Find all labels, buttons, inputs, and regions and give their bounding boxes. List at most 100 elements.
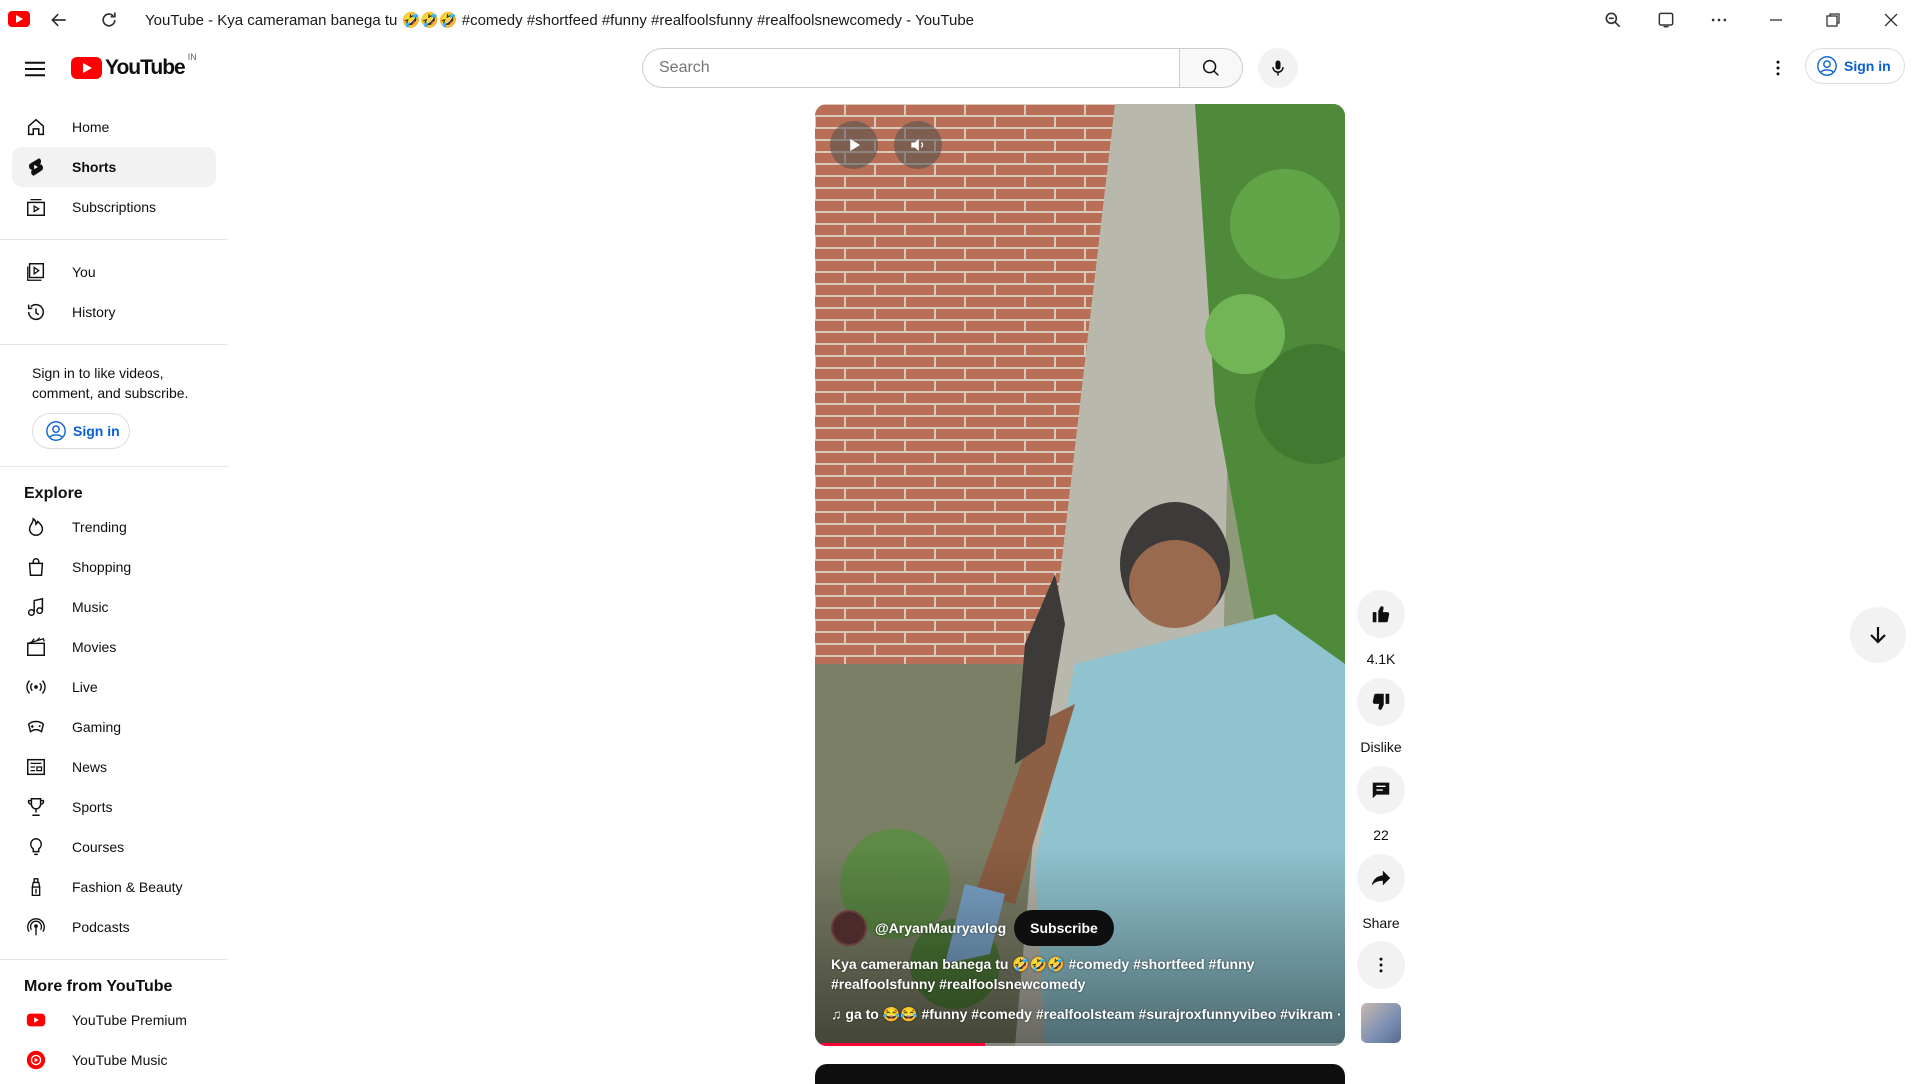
sidebar-divider [0,466,228,467]
search-input[interactable] [643,49,1180,87]
sign-in-label: Sign in [1844,58,1891,74]
progress-bar-fill [815,1043,985,1046]
sidebar-item-subscriptions[interactable]: Subscriptions [12,187,216,227]
back-arrow-icon[interactable] [45,6,73,34]
courses-icon [24,835,48,859]
account-circle-icon [45,420,67,442]
share-label: Share [1362,915,1400,931]
next-short-button[interactable] [1850,607,1906,663]
explore-heading: Explore [24,485,83,502]
like-action: 4.1K [1357,590,1405,667]
sidebar-item-history[interactable]: History [12,292,216,332]
close-icon[interactable] [1877,6,1905,34]
subscribe-button[interactable]: Subscribe [1014,910,1114,946]
shorts-video-player[interactable]: @AryanMauryavlog Subscribe Kya cameraman… [815,104,1345,1046]
sidebar-item-fashion-beauty[interactable]: Fashion & Beauty [12,867,216,907]
like-count: 4.1K [1366,651,1396,667]
sound-thumbnail[interactable] [1361,1003,1401,1043]
more-vertical-icon [1371,955,1391,975]
you-icon [24,260,48,284]
comments-action: 22 [1357,766,1405,843]
minimize-icon[interactable] [1762,6,1790,34]
sidebar-item-gaming[interactable]: Gaming [12,707,216,747]
sidebar-item-youtube-premium[interactable]: YouTube Premium [12,1000,216,1040]
play-button[interactable] [830,121,878,169]
progress-bar[interactable] [815,1043,1345,1046]
sidebar-item-live[interactable]: Live [12,667,216,707]
sidebar-item-shopping[interactable]: Shopping [12,547,216,587]
comments-button[interactable] [1357,766,1405,814]
shopping-icon [24,555,48,579]
channel-avatar[interactable] [831,910,867,946]
sidebar-item-label: Podcasts [72,919,130,935]
sidebar-item-label: Subscriptions [72,199,157,215]
music-icon [24,595,48,619]
sidebar-item-trending[interactable]: Trending [12,507,216,547]
more-actions [1357,941,1405,989]
mute-button[interactable] [894,121,942,169]
account-circle-icon [1816,55,1838,77]
sidebar-item-youtube-music[interactable]: YouTube Music [12,1040,216,1080]
music-line[interactable]: ♫ ga to 😂😂 #funny #comedy #realfoolsteam… [831,1006,1345,1023]
next-short-preview [815,1064,1345,1084]
more-vertical-icon [1768,58,1788,78]
browser-menu-icon[interactable] [1705,6,1733,34]
restore-icon[interactable] [1819,6,1847,34]
more-actions-button[interactable] [1357,941,1405,989]
sidebar-item-music[interactable]: Music [12,587,216,627]
share-button[interactable] [1357,854,1405,902]
sidebar-item-movies[interactable]: Movies [12,627,216,667]
comment-icon [1370,779,1392,801]
sidebar-item-label: YouTube Premium [72,1012,187,1028]
movies-icon [24,635,48,659]
youtube-logo[interactable]: YouTube IN [71,52,197,80]
sidebar-divider [0,239,228,240]
short-caption[interactable]: Kya cameraman banega tu 🤣🤣🤣 #comedy #sho… [831,954,1301,994]
sidebar-item-courses[interactable]: Courses [12,827,216,867]
sign-in-button[interactable]: Sign in [1805,48,1905,84]
sidebar-item-sports[interactable]: Sports [12,787,216,827]
sidebar-item-label: Courses [72,839,125,855]
news-icon [24,755,48,779]
dislike-label: Dislike [1360,739,1402,755]
voice-search-button[interactable] [1258,48,1298,88]
browser-title-bar: YouTube - Kya cameraman banega tu 🤣🤣🤣 #c… [0,0,1920,40]
more-from-youtube-heading: More from YouTube [24,978,173,995]
comment-count: 22 [1373,827,1389,843]
app-view-icon[interactable] [1652,6,1680,34]
zoom-out-icon[interactable] [1599,6,1627,34]
youtube-premium-icon [24,1008,48,1032]
like-button[interactable] [1357,590,1405,638]
reload-icon[interactable] [95,6,123,34]
search-icon [1200,57,1222,79]
sidebar-item-label: You [72,264,96,280]
sidebar-item-label: Music [72,599,109,615]
hamburger-menu-icon[interactable] [20,54,50,84]
sidebar: Home Shorts Subscriptions You History Si… [0,96,228,1080]
sidebar-item-home[interactable]: Home [12,107,216,147]
fashion-icon [24,875,48,899]
search-box [642,48,1180,88]
volume-icon [908,135,928,155]
live-icon [24,675,48,699]
sidebar-sign-in-button[interactable]: Sign in [32,413,130,449]
sidebar-item-news[interactable]: News [12,747,216,787]
dislike-button[interactable] [1357,678,1405,726]
sidebar-item-label: Shopping [72,559,132,575]
shorts-icon [24,155,48,179]
sidebar-item-shorts[interactable]: Shorts [12,147,216,187]
sidebar-item-label: Shorts [72,159,117,175]
share-action: Share [1357,854,1405,931]
sidebar-item-label: Movies [72,639,117,655]
sidebar-item-podcasts[interactable]: Podcasts [12,907,216,947]
channel-handle[interactable]: @AryanMauryavlog [875,920,1006,936]
sidebar-item-label: Gaming [72,719,122,735]
trending-icon [24,515,48,539]
sports-icon [24,795,48,819]
search-button[interactable] [1179,48,1243,88]
sign-in-label: Sign in [73,423,120,439]
sidebar-item-label: Sports [72,799,113,815]
sidebar-item-label: Fashion & Beauty [72,879,183,895]
settings-menu-button[interactable] [1762,52,1794,84]
sidebar-item-you[interactable]: You [12,252,216,292]
